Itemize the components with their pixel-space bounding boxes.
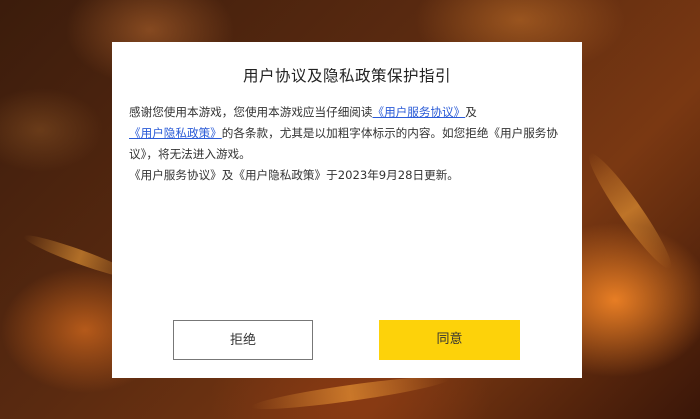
service-agreement-link[interactable]: 《用户服务协议》 — [372, 105, 465, 119]
reject-button[interactable]: 拒绝 — [173, 320, 313, 360]
fire-streak — [580, 147, 680, 275]
body-text-and: 及 — [465, 105, 477, 119]
agree-button[interactable]: 同意 — [379, 320, 520, 360]
update-note: 《用户服务协议》及《用户隐私政策》于2023年9月28日更新。 — [129, 168, 459, 182]
dialog-body: 感谢您使用本游戏，您使用本游戏应当仔细阅读《用户服务协议》及《用户隐私政策》的各… — [129, 102, 568, 186]
dialog-title: 用户协议及隐私政策保护指引 — [242, 67, 451, 85]
body-text-intro: 感谢您使用本游戏，您使用本游戏应当仔细阅读 — [129, 105, 373, 119]
agreement-dialog: 用户协议及隐私政策保护指引 感谢您使用本游戏，您使用本游戏应当仔细阅读《用户服务… — [112, 42, 582, 378]
privacy-policy-link[interactable]: 《用户隐私政策》 — [129, 126, 222, 140]
